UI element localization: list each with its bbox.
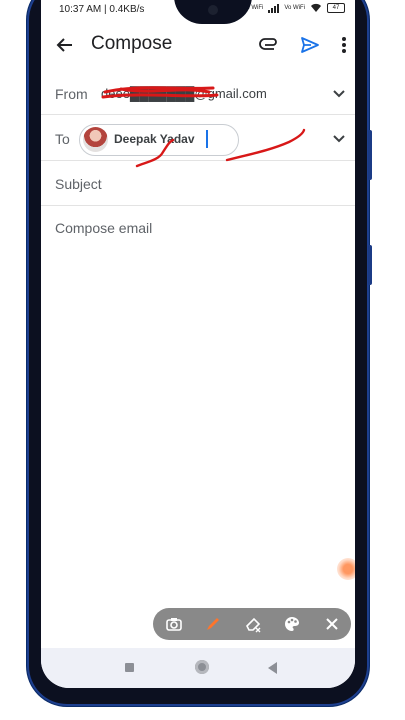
home-button[interactable] [195, 660, 209, 674]
touch-indicator [337, 558, 355, 580]
system-nav-bar [41, 648, 355, 688]
palette-icon[interactable] [283, 615, 301, 633]
red-annotation-strokes [101, 86, 306, 168]
subject-divider [41, 205, 355, 206]
pen-icon[interactable] [204, 615, 222, 633]
power-button [368, 245, 372, 285]
screen-annotation-toolbar [153, 608, 351, 640]
back-button[interactable] [268, 662, 277, 674]
volume-button [368, 130, 372, 180]
camera-icon[interactable] [165, 615, 183, 633]
phone-screen: 10:37 AM | 0.4KB/s Vo WiFi Vo WiFi 47 Co… [41, 0, 355, 688]
eraser-icon[interactable] [244, 615, 262, 633]
compose-email-body[interactable]: Compose email [55, 220, 152, 236]
recents-button[interactable] [125, 663, 134, 672]
close-icon[interactable] [323, 615, 341, 633]
